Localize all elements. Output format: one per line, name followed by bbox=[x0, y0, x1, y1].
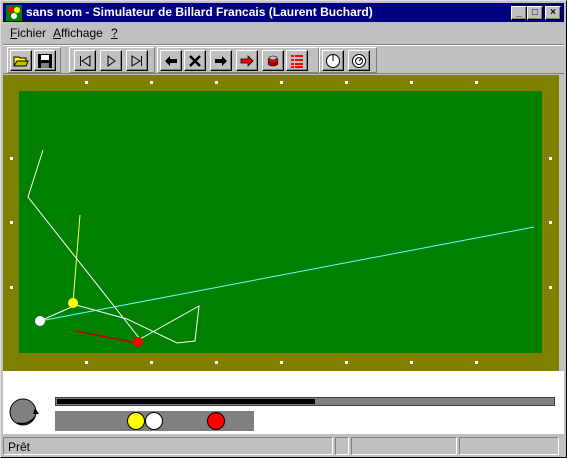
toolbar-group-effect bbox=[319, 47, 377, 73]
toolbar-group-file bbox=[7, 47, 61, 73]
arrow-left-icon bbox=[165, 56, 177, 66]
status-cell-2 bbox=[335, 437, 349, 455]
rail-diamond bbox=[215, 361, 218, 364]
rail-diamond bbox=[215, 81, 218, 84]
rail-diamond bbox=[280, 361, 283, 364]
list-button[interactable] bbox=[286, 50, 308, 71]
minimize-button[interactable]: _ bbox=[511, 6, 527, 20]
rail-diamond bbox=[549, 286, 552, 289]
yellow-ball[interactable] bbox=[68, 298, 78, 308]
menu-bar: Fichier Affichage ? bbox=[3, 24, 564, 42]
red-arrow-right-icon bbox=[240, 55, 254, 67]
arrow-right-icon bbox=[215, 56, 227, 66]
rail-diamond bbox=[549, 157, 552, 160]
rail-diamond bbox=[85, 361, 88, 364]
play-icon bbox=[107, 55, 116, 67]
cancel-x-icon bbox=[189, 55, 201, 67]
previous-shot-button[interactable] bbox=[160, 50, 182, 71]
menu-fichier[interactable]: Fichier bbox=[10, 26, 46, 40]
shot-control-panel bbox=[3, 371, 564, 434]
menu-affichage-accel: A bbox=[53, 26, 62, 40]
toolbar-group-playback bbox=[69, 47, 155, 73]
rail-diamond bbox=[150, 81, 153, 84]
close-button[interactable]: × bbox=[545, 6, 561, 20]
status-main-cell: Prêt bbox=[3, 437, 333, 455]
status-cell-4 bbox=[459, 437, 559, 455]
window-title: sans nom - Simulateur de Billard Francai… bbox=[26, 5, 373, 19]
next-shot-button[interactable] bbox=[210, 50, 232, 71]
spin-button[interactable] bbox=[348, 50, 370, 71]
cue-ball-spin-indicator-icon[interactable] bbox=[7, 396, 43, 430]
rail-diamond bbox=[85, 81, 88, 84]
status-cell-3 bbox=[351, 437, 457, 455]
table-cloth[interactable] bbox=[19, 91, 542, 353]
billiard-app-icon bbox=[6, 5, 22, 21]
white-ball[interactable] bbox=[35, 316, 45, 326]
menu-affichage-label: ffichage bbox=[61, 26, 103, 40]
app-window: sans nom - Simulateur de Billard Francai… bbox=[0, 0, 567, 458]
menu-help-accel: ? bbox=[111, 26, 118, 40]
rail-diamond bbox=[10, 221, 13, 224]
tray-ball-yellow[interactable] bbox=[127, 412, 145, 430]
rail-diamond bbox=[345, 81, 348, 84]
close-icon: × bbox=[550, 7, 556, 18]
table-surface[interactable] bbox=[19, 91, 542, 353]
rail-diamond bbox=[410, 361, 413, 364]
rail-diamond bbox=[150, 361, 153, 364]
execute-shot-button[interactable] bbox=[236, 50, 258, 71]
status-bar: Prêt bbox=[3, 436, 564, 456]
toolbar bbox=[3, 44, 564, 74]
stack-button[interactable] bbox=[262, 50, 284, 71]
cue-direction-line bbox=[39, 226, 535, 322]
maximize-icon: □ bbox=[531, 7, 539, 18]
yellow-ball-trajectory bbox=[72, 214, 81, 304]
power-bar-fill bbox=[57, 399, 315, 404]
rail-diamond bbox=[410, 81, 413, 84]
rail-diamond bbox=[549, 221, 552, 224]
rail-diamond bbox=[345, 361, 348, 364]
cue-ball-spin-icon bbox=[352, 54, 366, 68]
tray-ball-white[interactable] bbox=[145, 412, 163, 430]
menu-affichage[interactable]: Affichage bbox=[53, 26, 103, 40]
aim-button[interactable] bbox=[322, 50, 344, 71]
rail-diamond bbox=[10, 157, 13, 160]
table-cushion bbox=[3, 75, 559, 371]
fast-forward-button[interactable] bbox=[126, 50, 148, 71]
save-button[interactable] bbox=[34, 50, 56, 71]
rail-diamond bbox=[10, 286, 13, 289]
red-ball[interactable] bbox=[133, 337, 143, 347]
menu-fichier-label: ichier bbox=[17, 26, 47, 40]
billiard-table-area[interactable] bbox=[3, 75, 564, 371]
white-ball-trajectory bbox=[27, 149, 200, 344]
list-icon bbox=[291, 55, 303, 68]
stack-icon bbox=[267, 55, 279, 67]
save-disk-icon bbox=[38, 54, 52, 68]
cue-ball-aim-icon bbox=[326, 54, 340, 68]
play-button[interactable] bbox=[100, 50, 122, 71]
fast-forward-icon bbox=[131, 55, 142, 67]
open-button[interactable] bbox=[10, 50, 32, 71]
menu-help[interactable]: ? bbox=[111, 26, 118, 40]
tray-ball-red[interactable] bbox=[207, 412, 225, 430]
cancel-shot-button[interactable] bbox=[184, 50, 206, 71]
rewind-icon bbox=[80, 55, 91, 67]
rail-diamond bbox=[475, 361, 478, 364]
power-bar[interactable] bbox=[55, 397, 555, 406]
rewind-button[interactable] bbox=[74, 50, 96, 71]
title-bar[interactable]: sans nom - Simulateur de Billard Francai… bbox=[3, 3, 564, 22]
maximize-button[interactable]: □ bbox=[527, 6, 543, 20]
minimize-icon: _ bbox=[516, 7, 522, 18]
rail-diamond bbox=[475, 81, 478, 84]
open-folder-icon bbox=[13, 56, 29, 67]
toolbar-group-shot bbox=[157, 47, 319, 73]
ball-selector-tray bbox=[55, 411, 254, 431]
rail-diamond bbox=[280, 81, 283, 84]
red-ball-trajectory bbox=[74, 330, 138, 344]
status-text: Prêt bbox=[8, 440, 31, 454]
